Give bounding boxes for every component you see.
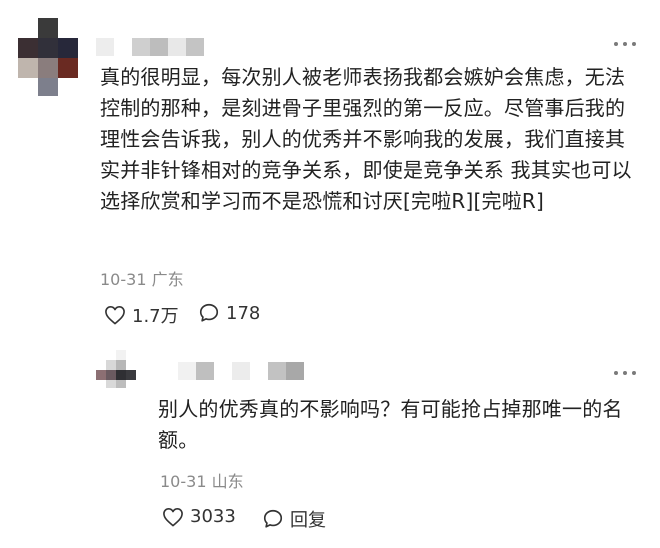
reply-label: 回复 [290, 510, 326, 531]
speech-bubble-icon [263, 509, 283, 528]
reply-like-button[interactable]: 3033 [162, 506, 236, 527]
reply-location: 山东 [211, 472, 244, 491]
heart-outline-icon [105, 306, 125, 325]
reply-like-count: 3033 [190, 506, 236, 527]
comment-button[interactable]: 178 [198, 302, 260, 324]
comment-count: 178 [226, 302, 261, 324]
reply-date: 10-31 [160, 472, 207, 491]
heart-outline-icon [163, 507, 183, 526]
like-count: 1.7万 [132, 306, 179, 327]
username[interactable] [96, 38, 204, 56]
avatar[interactable] [18, 18, 78, 96]
reply-avatar[interactable] [96, 350, 136, 388]
speech-bubble-icon [199, 303, 219, 322]
comment-location: 广东 [151, 270, 184, 289]
reply-button[interactable]: 回复 [262, 506, 326, 532]
comment-date: 10-31 [100, 270, 147, 289]
more-dots-icon[interactable] [614, 42, 636, 46]
reply-username[interactable] [160, 362, 304, 380]
comment-meta: 10-31 广东 [100, 266, 184, 290]
reply-meta: 10-31 山东 [160, 468, 244, 492]
like-button[interactable]: 1.7万 [104, 302, 179, 328]
reply-more-dots-icon[interactable] [614, 371, 636, 375]
comment-text: 真的很明显，每次别人被老师表扬我都会嫉妒会焦虑，无法控制的那种，是刻进骨子里强烈… [100, 65, 632, 213]
reply-text: 别人的优秀真的不影响吗？有可能抢占掉那唯一的名额。 [158, 397, 623, 452]
